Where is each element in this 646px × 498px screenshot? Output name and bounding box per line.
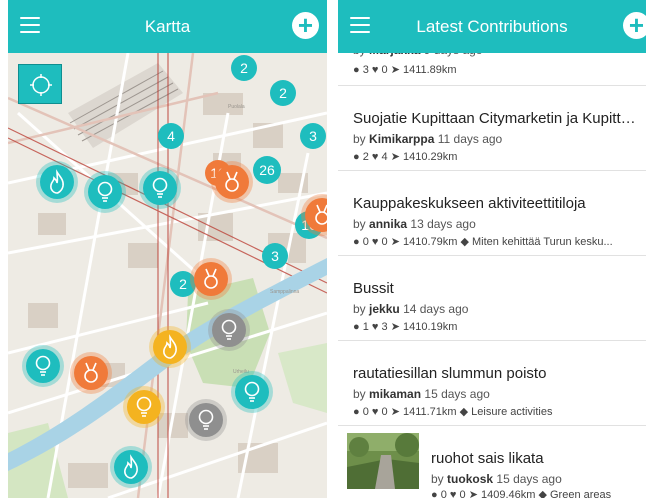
list-item[interactable]: Suojatie Kupittaan Citymarketin ja Kupit… [338, 86, 646, 171]
cluster-marker[interactable]: 3 [262, 243, 288, 269]
heart-icon: ♥ [371, 406, 379, 418]
author-name: annika [369, 217, 408, 231]
list-item[interactable]: Kauppakeskukseen aktiviteettitiloja by a… [338, 171, 646, 256]
svg-text:Samppalinna: Samppalinna [270, 289, 299, 295]
heart-icon: ♥ [371, 151, 379, 163]
location-icon: ➤ [390, 321, 400, 333]
medal-icon [84, 362, 98, 383]
author-name: jekku [369, 302, 400, 316]
idea-marker[interactable] [127, 390, 161, 424]
lightbulb-icon [244, 381, 260, 402]
author-name: mikaman [369, 387, 422, 401]
item-title: rautatiesillan slummun poisto [353, 365, 547, 382]
comment-icon: ● [353, 236, 360, 248]
map-view[interactable]: KauppatoriPuolala UrheiluSamppalinna 2 2… [8, 53, 327, 498]
flame-marker[interactable] [114, 450, 148, 484]
comment-icon: ● [353, 321, 360, 333]
location-icon: ➤ [468, 489, 478, 498]
author-name: Kimikarppa [369, 132, 435, 146]
list-item[interactable]: rautatiesillan slummun poisto by mikaman… [338, 341, 646, 426]
map-base-tiles: KauppatoriPuolala UrheiluSamppalinna [8, 53, 327, 498]
heart-icon: ♥ [371, 321, 379, 333]
map-app-bar: Kartta + [8, 0, 327, 53]
heart-icon: ♥ [371, 236, 379, 248]
list-item[interactable]: ruohot sais likata by tuokosk 15 days ag… [338, 426, 646, 498]
item-stats: ● 0 ♥ 0 ➤ 1411.71km ◆ Leisure activities [353, 406, 553, 418]
tag-icon: ◆ [459, 406, 469, 418]
flame-icon [163, 334, 177, 359]
medal-marker[interactable] [194, 262, 228, 296]
map-screen: Kartta + Puolala Urheilu Samppalinna 2 2… [8, 0, 327, 498]
medal-marker[interactable] [305, 198, 327, 232]
cluster-marker[interactable]: 2 [270, 80, 296, 106]
item-stats: ● 2 ♥ 4 ➤ 1410.29km [353, 151, 458, 163]
comment-icon: ● [353, 151, 360, 163]
tag-icon: ◆ [460, 236, 469, 248]
locate-me-button[interactable] [18, 64, 62, 104]
lightbulb-icon [136, 396, 152, 417]
lightbulb-icon [198, 409, 214, 430]
list-app-bar: Latest Contributions + [338, 0, 646, 53]
medal-marker[interactable] [74, 356, 108, 390]
item-stats: ● 3 ♥ 0 ➤ 1411.89km [353, 64, 457, 76]
idea-marker[interactable] [189, 403, 223, 437]
list-item[interactable]: Bussit by jekku 14 days ago ● 1 ♥ 3 ➤ 14… [338, 256, 646, 341]
item-title: Kauppakeskukseen aktiviteettitiloja [353, 195, 586, 212]
idea-marker[interactable] [212, 313, 246, 347]
idea-marker[interactable] [88, 175, 122, 209]
flame-icon [50, 169, 64, 194]
medal-marker[interactable] [215, 165, 249, 199]
add-contribution-button[interactable]: + [623, 12, 646, 39]
heart-icon: ♥ [449, 489, 457, 498]
item-title: ruohot sais likata [431, 450, 544, 467]
medal-icon [225, 171, 239, 192]
item-title: Suojatie Kupittaan Citymarketin ja Kupit… [353, 110, 642, 127]
map-title: Kartta [144, 17, 191, 36]
location-icon: ➤ [390, 236, 400, 248]
item-stats: ● 0 ♥ 0 ➤ 1410.79km ◆ Miten kehittää Tur… [353, 236, 613, 248]
cluster-marker[interactable]: 2 [231, 55, 257, 81]
cluster-marker[interactable]: 3 [300, 123, 326, 149]
idea-marker[interactable] [235, 375, 269, 409]
flame-marker[interactable] [40, 165, 74, 199]
comment-icon: ● [353, 64, 360, 76]
item-stats: ● 0 ♥ 0 ➤ 1409.46km ◆ Green areas [431, 488, 646, 498]
cluster-marker[interactable]: 26 [253, 156, 281, 184]
item-title: Bussit [353, 280, 394, 297]
tag-icon: ◆ [538, 489, 547, 498]
comment-icon: ● [431, 489, 438, 498]
flame-marker[interactable] [153, 330, 187, 364]
svg-text:Puolala: Puolala [228, 104, 245, 110]
location-icon: ➤ [390, 406, 400, 418]
location-icon: ➤ [390, 151, 400, 163]
flame-icon [124, 454, 138, 479]
lightbulb-icon [152, 177, 168, 198]
cluster-marker[interactable]: 2 [170, 271, 196, 297]
lightbulb-icon [97, 181, 113, 202]
comment-icon: ● [353, 406, 360, 418]
crosshair-icon [30, 74, 52, 96]
contribution-photo [347, 433, 419, 489]
medal-icon [204, 268, 218, 289]
cluster-marker[interactable]: 4 [158, 123, 184, 149]
add-contribution-button[interactable]: + [292, 12, 319, 39]
medal-icon [315, 204, 327, 225]
list-title: Latest Contributions [416, 17, 568, 36]
idea-marker[interactable] [26, 349, 60, 383]
contributions-screen: Latest Contributions + by Marjakka 9 day… [338, 0, 646, 498]
author-name: tuokosk [447, 472, 494, 486]
heart-icon: ♥ [371, 64, 379, 76]
location-icon: ➤ [390, 64, 400, 76]
idea-marker[interactable] [143, 171, 177, 205]
item-stats: ● 1 ♥ 3 ➤ 1410.19km [353, 321, 458, 333]
lightbulb-icon [35, 355, 51, 376]
contributions-list[interactable]: by Marjakka 9 days ago ● 3 ♥ 0 ➤ 1411.89… [338, 43, 646, 498]
lightbulb-icon [221, 319, 237, 340]
